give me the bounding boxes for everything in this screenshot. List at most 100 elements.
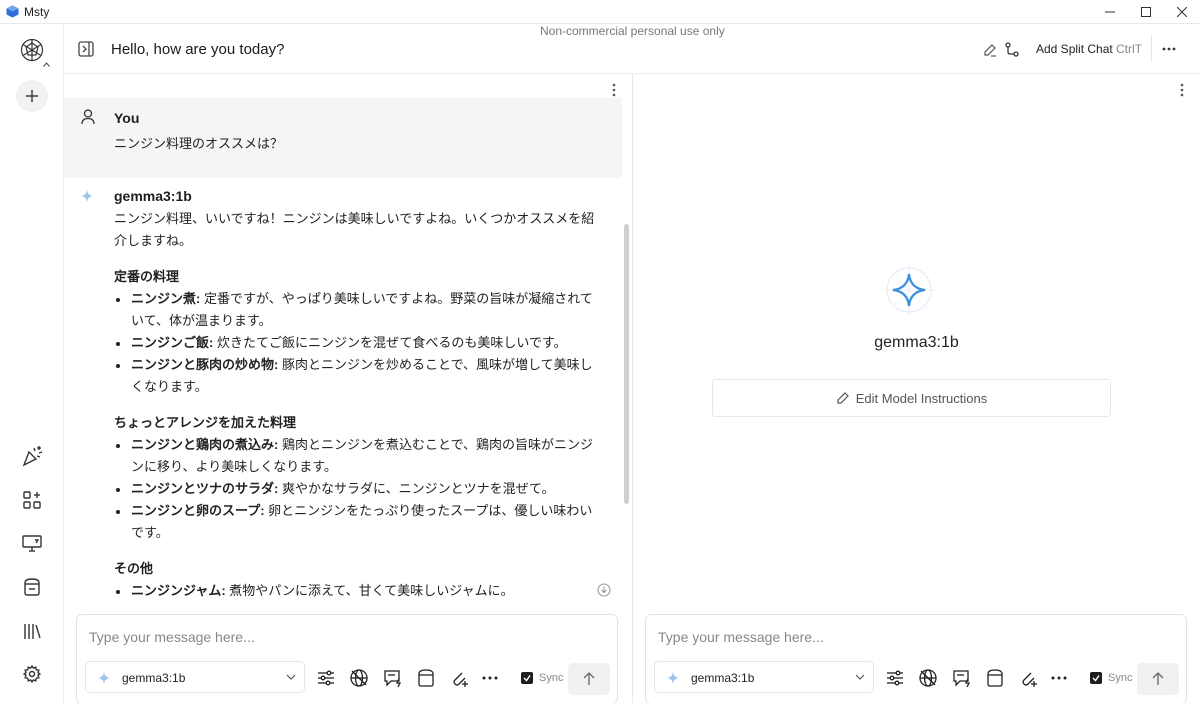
close-window-button[interactable] (1164, 0, 1200, 24)
window-title: Msty (24, 5, 50, 19)
close-icon (1177, 7, 1187, 17)
caret-up-icon[interactable] (43, 62, 50, 67)
arrow-up-icon (1152, 672, 1164, 685)
attach-file-button[interactable] (448, 667, 470, 689)
web-search-button[interactable] (348, 667, 370, 689)
library-button[interactable] (20, 619, 44, 643)
prompts-button[interactable] (951, 667, 973, 689)
chat-scrollbar[interactable] (624, 224, 629, 504)
scroll-to-bottom-icon[interactable] (597, 583, 611, 597)
model-params-button[interactable] (884, 667, 906, 689)
model-selector-label: gemma3:1b (122, 671, 186, 685)
apps-button[interactable] (20, 488, 44, 512)
model-params-button[interactable] (315, 667, 337, 689)
toggle-sidebar-button[interactable] (77, 40, 95, 58)
add-split-chat-button[interactable]: Add Split Chat (1036, 42, 1113, 56)
workspace-logo-icon (20, 38, 44, 62)
list-item: ニンジンジャム: 煮物やパンに添えて、甘くて美味しいジャムに。 (114, 580, 604, 602)
minimize-icon (1105, 11, 1115, 13)
sync-label: Sync (539, 672, 564, 684)
section-heading: ちょっとアレンジを加えた料理 (114, 415, 297, 430)
message-input[interactable] (658, 629, 958, 645)
user-avatar-icon (81, 109, 95, 125)
knowledge-stack-button[interactable] (20, 575, 44, 599)
list-item: ニンジン煮: 定番ですが、やっぱり美味しいですよね。野菜の旨味が凝縮されていて、… (114, 288, 604, 332)
web-search-button[interactable] (917, 667, 939, 689)
section-list: ニンジンと鶏肉の煮込み: 鶏肉とニンジンを煮込むことで、鶏肉の旨味がニンジンに移… (114, 434, 604, 544)
user-message: You ニンジン料理のオススメは？ (64, 98, 622, 178)
section-heading: 定番の料理 (114, 269, 180, 284)
assistant-name: gemma3:1b (114, 188, 192, 204)
library-icon (24, 624, 41, 639)
section-heading: その他 (114, 561, 154, 576)
assistant-intro: ニンジン料理、いいですね！ニンジンは美味しいですよね。いくつかオススメを紹介しま… (114, 211, 595, 248)
more-options-button[interactable] (1160, 40, 1178, 58)
paperclip-plus-icon (1022, 672, 1037, 687)
chat-pane-left: You ニンジン料理のオススメは？ gemma3:1b ニンジン料理、いいですね… (64, 74, 632, 703)
model-sparkle-icon (98, 672, 110, 684)
edit-icon (984, 44, 996, 57)
app-logo-icon (6, 5, 19, 18)
split-shortcut-hint: CtrlT (1116, 42, 1142, 56)
header-divider (1151, 36, 1152, 62)
pane-menu-icon[interactable] (612, 83, 616, 97)
sidebar-toggle-icon (78, 41, 94, 57)
list-item: ニンジンとツナのサラダ: 爽やかなサラダに、ニンジンとツナを混ぜて。 (114, 478, 604, 500)
edit-icon (837, 392, 849, 404)
edit-model-instructions-label: Edit Model Instructions (855, 390, 988, 406)
model-name-heading: gemma3:1b (874, 334, 959, 351)
new-chat-button[interactable] (16, 80, 48, 112)
chevron-down-icon (855, 674, 865, 680)
composer-more-button[interactable] (1048, 667, 1070, 689)
prompts-button[interactable] (382, 667, 404, 689)
model-sparkle-icon (667, 672, 679, 684)
model-sparkle-large-icon (883, 264, 935, 316)
chat-title[interactable]: Hello, how are you today? (111, 41, 284, 58)
branch-button[interactable] (1003, 41, 1021, 59)
left-rail (0, 24, 64, 703)
sliders-icon (318, 670, 334, 686)
edit-model-instructions-button[interactable]: Edit Model Instructions (712, 379, 1111, 417)
paperclip-plus-icon (453, 672, 468, 687)
attach-file-button[interactable] (1017, 667, 1039, 689)
edit-title-button[interactable] (981, 41, 999, 59)
settings-button[interactable] (20, 662, 44, 686)
list-item: ニンジンご飯: 炊きたてご飯にニンジンを混ぜて食べるのも美味しいです。 (114, 332, 604, 354)
title-bar: Msty (0, 0, 1200, 24)
more-horizontal-icon (1051, 676, 1067, 680)
sync-checkbox[interactable] (521, 672, 533, 684)
celebrate-button[interactable] (20, 444, 44, 468)
model-selector[interactable]: gemma3:1b (85, 661, 305, 693)
apps-plus-icon (23, 491, 41, 509)
pane-menu-icon[interactable] (1180, 83, 1184, 97)
more-horizontal-icon (1162, 47, 1176, 51)
sliders-icon (887, 670, 903, 686)
send-button[interactable] (1137, 663, 1179, 695)
send-button[interactable] (568, 663, 610, 695)
chevron-down-icon (286, 674, 296, 680)
chat-header: Hello, how are you today? Add Split Chat… (64, 24, 1200, 74)
minimize-button[interactable] (1092, 0, 1128, 24)
message-input[interactable] (89, 629, 389, 645)
knowledge-stack-attach-button[interactable] (984, 667, 1006, 689)
remote-button[interactable] (20, 532, 44, 556)
list-item: ニンジンと卵のスープ: 卵とニンジンをたっぷり使ったスープは、優しい味わいです。 (114, 500, 604, 544)
monitor-icon (22, 535, 42, 552)
party-popper-icon (22, 446, 43, 467)
message-composer: gemma3:1b Sync (645, 614, 1187, 703)
composer-more-button[interactable] (479, 667, 501, 689)
maximize-button[interactable] (1128, 0, 1164, 24)
workspace-logo-button[interactable] (20, 38, 44, 62)
knowledge-stack-attach-button[interactable] (415, 667, 437, 689)
list-item: ニンジンと鶏肉の煮込み: 鶏肉とニンジンを煮込むことで、鶏肉の旨味がニンジンに移… (114, 434, 604, 478)
globe-off-icon (350, 669, 368, 687)
chat-pane-right: gemma3:1b Edit Model Instructions gemma3… (633, 74, 1200, 703)
model-selector-label: gemma3:1b (691, 671, 755, 685)
sync-checkbox[interactable] (1090, 672, 1102, 684)
branch-icon (1005, 42, 1019, 57)
sync-label: Sync (1108, 672, 1133, 684)
section-list: ニンジン煮: 定番ですが、やっぱり美味しいですよね。野菜の旨味が凝縮されていて、… (114, 288, 604, 398)
model-selector[interactable]: gemma3:1b (654, 661, 874, 693)
model-sparkle-icon (81, 190, 93, 202)
user-message-text: ニンジン料理のオススメは？ (114, 136, 284, 151)
